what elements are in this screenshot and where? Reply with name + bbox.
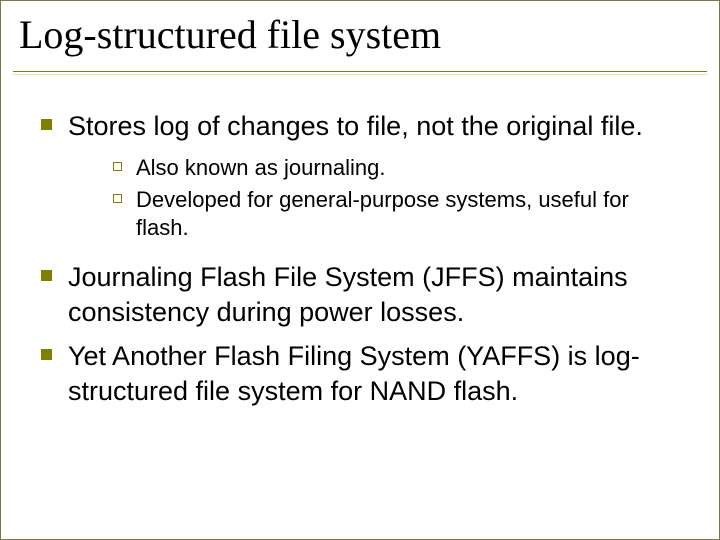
sub-list: Also known as journaling. Developed for … bbox=[113, 154, 679, 242]
square-bullet-icon bbox=[41, 270, 52, 281]
list-item: Stores log of changes to file, not the o… bbox=[41, 109, 679, 144]
list-item-text: Journaling Flash File System (JFFS) main… bbox=[68, 260, 679, 329]
open-square-bullet-icon bbox=[113, 162, 122, 171]
sub-list-item-text: Also known as journaling. bbox=[136, 154, 385, 182]
sub-list-item: Also known as journaling. bbox=[113, 154, 679, 182]
sub-list-item: Developed for general-purpose systems, u… bbox=[113, 186, 679, 242]
list-item: Journaling Flash File System (JFFS) main… bbox=[41, 260, 679, 329]
list-item: Yet Another Flash Filing System (YAFFS) … bbox=[41, 339, 679, 408]
sub-list-item-text: Developed for general-purpose systems, u… bbox=[136, 186, 679, 242]
list-item-text: Yet Another Flash Filing System (YAFFS) … bbox=[68, 339, 679, 408]
title-underline bbox=[13, 68, 707, 72]
open-square-bullet-icon bbox=[113, 194, 122, 203]
content-area: Stores log of changes to file, not the o… bbox=[1, 75, 719, 408]
slide-title: Log-structured file system bbox=[19, 11, 701, 58]
list-item-text: Stores log of changes to file, not the o… bbox=[68, 109, 643, 144]
square-bullet-icon bbox=[41, 349, 52, 360]
square-bullet-icon bbox=[41, 119, 52, 130]
